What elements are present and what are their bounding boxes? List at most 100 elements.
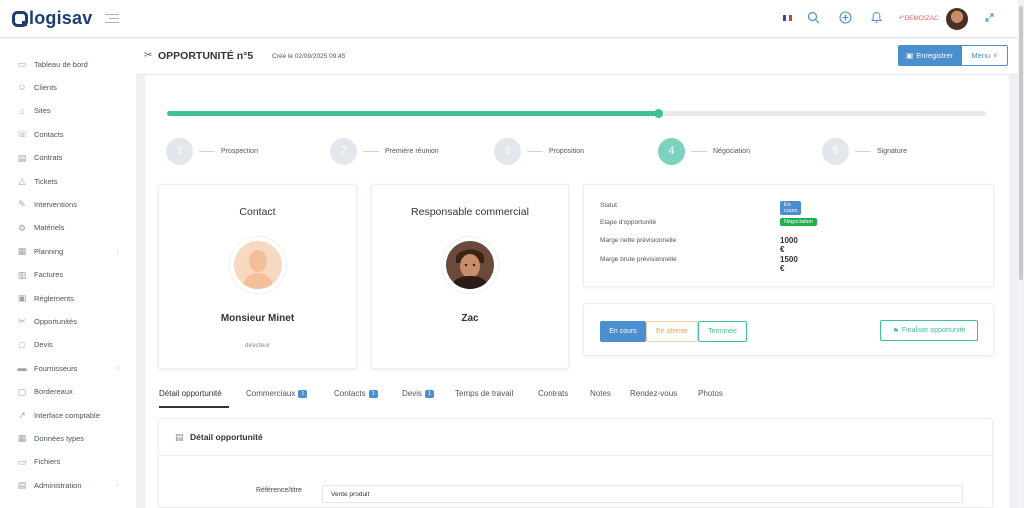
statut-label: Statut — [600, 202, 617, 209]
tab-item[interactable]: Détail opportunité — [159, 389, 222, 398]
step-number: 2 — [330, 137, 357, 165]
sidebar-item[interactable]: ▭ Fichiers — [17, 455, 127, 469]
pipeline-step[interactable]: 3 Proposition — [494, 137, 584, 165]
state-en-cours-button[interactable]: En cours — [600, 321, 646, 342]
sidebar-item[interactable]: ☏ Contacts — [17, 127, 127, 141]
tab-item[interactable]: Photos — [698, 389, 723, 398]
sidebar-item-label: Devis — [34, 340, 53, 350]
tab-count-badge: 1 — [425, 389, 435, 398]
finalize-button[interactable]: ⚑ Finaliser opportunité — [880, 320, 978, 341]
sidebar-item[interactable]: □ Devis — [17, 338, 127, 352]
tab-count-badge: 1 — [298, 389, 308, 398]
sidebar-item[interactable]: ▥ Factures — [17, 268, 127, 282]
sidebar-item-label: Contrats — [34, 153, 63, 163]
pipeline-step[interactable]: 2 Première réunion — [330, 137, 439, 165]
tab-item[interactable]: Commerciaux 1 — [246, 389, 308, 398]
user-link[interactable]: ↶DEMO\ZAC — [899, 14, 939, 22]
pipeline-step[interactable]: 4 Négociation — [658, 137, 750, 165]
tab-item[interactable]: Temps de travail — [455, 389, 513, 398]
state-terminee-button[interactable]: Terminée — [698, 321, 747, 342]
contact-name: Monsieur Minet — [220, 313, 295, 324]
active-tab-indicator — [159, 406, 229, 408]
sidebar-item-label: Factures — [34, 270, 64, 280]
state-en-attente-button[interactable]: En attente — [646, 321, 698, 342]
chevron-right-icon: › — [116, 481, 119, 489]
tab-label: Contacts — [334, 389, 366, 398]
top-actions: ↶DEMO\ZAC — [0, 8, 1018, 30]
file-icon: ▭ — [17, 456, 27, 467]
scrollbar-thumb[interactable] — [1019, 6, 1023, 280]
truck-icon: ▬ — [17, 363, 27, 374]
user-avatar[interactable] — [946, 8, 968, 30]
tab-label: Devis — [402, 389, 423, 398]
progress-fill — [167, 111, 659, 116]
menu-button-label: Menu — [971, 51, 991, 60]
detail-panel-header: ▤ Détail opportunité — [159, 419, 992, 456]
tab-item[interactable]: Devis 1 — [402, 389, 435, 398]
top-bar: logisav ↶DEMO\ZAC — [0, 0, 1018, 38]
users-icon: ☺ — [17, 82, 27, 93]
search-icon[interactable] — [807, 11, 820, 24]
sidebar-item[interactable]: ▢ Bordereaux — [17, 385, 127, 399]
etape-badge: Négociation — [780, 218, 818, 226]
commercial-avatar[interactable] — [446, 241, 494, 289]
sidebar-item[interactable]: △ Tickets — [17, 174, 127, 188]
grid-icon: ▦ — [17, 433, 27, 444]
flag-icon: ⚑ — [892, 327, 899, 335]
gear-icon: ⚙ — [17, 222, 27, 233]
statut-badge: En cours — [780, 201, 802, 215]
sidebar-item-label: Sites — [34, 106, 51, 116]
step-number: 1 — [166, 137, 193, 165]
sidebar: ▭ Tableau de bord ☺ Clients ⌂ Sites ☏ Contacts ▤… — [0, 39, 136, 508]
state-card: En cours En attente Terminée ⚑ Finaliser… — [583, 303, 994, 356]
tab-item[interactable]: Notes — [590, 389, 611, 398]
sidebar-item[interactable]: ▤ Contrats — [17, 151, 127, 165]
pipeline-step[interactable]: 1 Prospection — [166, 137, 258, 165]
sidebar-item[interactable]: ▦ Données types — [17, 431, 127, 445]
bell-icon[interactable] — [871, 11, 882, 24]
save-button[interactable]: ▣ Enregistrer — [898, 45, 961, 66]
contact-placeholder-avatar[interactable] — [234, 241, 282, 289]
sidebar-item[interactable]: ⚙ Matériels — [17, 221, 127, 235]
french-flag-icon[interactable] — [783, 15, 792, 21]
menu-dropdown-button[interactable]: Menu ∨ — [961, 45, 1008, 66]
user-name: DEMO\ZAC — [904, 15, 939, 22]
sidebar-item[interactable]: ☺ Clients — [17, 80, 127, 94]
tab-label: Détail opportunité — [159, 389, 222, 398]
sidebar-item[interactable]: ▤ Administration › — [17, 478, 127, 492]
tab-item[interactable]: Rendez-vous — [630, 389, 677, 398]
sidebar-item[interactable]: ↗ Interface comptable — [17, 408, 127, 422]
statut-row: Statut En cours — [600, 201, 802, 215]
commercial-photo-frame — [441, 236, 499, 294]
sidebar-item[interactable]: ▣ Règlements — [17, 291, 127, 305]
step-label: Proposition — [549, 147, 585, 155]
contact-card-title: Contact — [239, 206, 276, 218]
add-circle-icon[interactable] — [839, 11, 852, 24]
sidebar-item-label: Interventions — [34, 199, 77, 209]
admin-icon: ▤ — [17, 480, 27, 491]
marge-nette-row: Marge nette prévisionnelle 1000 € — [600, 236, 798, 254]
chevron-down-icon: ∨ — [993, 53, 998, 59]
sidebar-item[interactable]: ✂ Opportunités — [17, 314, 127, 328]
pipeline-step[interactable]: 5 Signature — [822, 137, 907, 165]
contact-icon: ☏ — [17, 129, 29, 140]
tab-item[interactable]: Contrats — [538, 389, 568, 398]
sidebar-item[interactable]: ▦ Planning › — [17, 244, 127, 258]
sidebar-item[interactable]: ⌂ Sites — [17, 104, 127, 118]
reference-input[interactable]: Vente produit — [322, 485, 963, 503]
created-date: Créé le 02/09/2025 09:45 — [272, 53, 346, 60]
payment-icon: ▣ — [17, 293, 27, 303]
invoice-icon: ▥ — [17, 269, 27, 280]
chevron-right-icon: › — [116, 247, 119, 255]
page-scrollbar[interactable] — [1018, 0, 1024, 508]
step-number: 3 — [494, 137, 521, 165]
step-label: Signature — [877, 147, 907, 155]
step-label: Prospection — [221, 147, 258, 155]
expand-icon[interactable] — [985, 13, 994, 22]
sidebar-item[interactable]: ▭ Tableau de bord — [17, 57, 127, 71]
sidebar-item[interactable]: ▬ Fournisseurs › — [17, 361, 127, 375]
tab-item[interactable]: Contacts 1 — [334, 389, 378, 398]
commercial-card-title: Responsable commercial — [411, 206, 529, 218]
floppy-icon: ▣ — [906, 51, 914, 60]
sidebar-item[interactable]: ✎ Interventions — [17, 197, 127, 211]
